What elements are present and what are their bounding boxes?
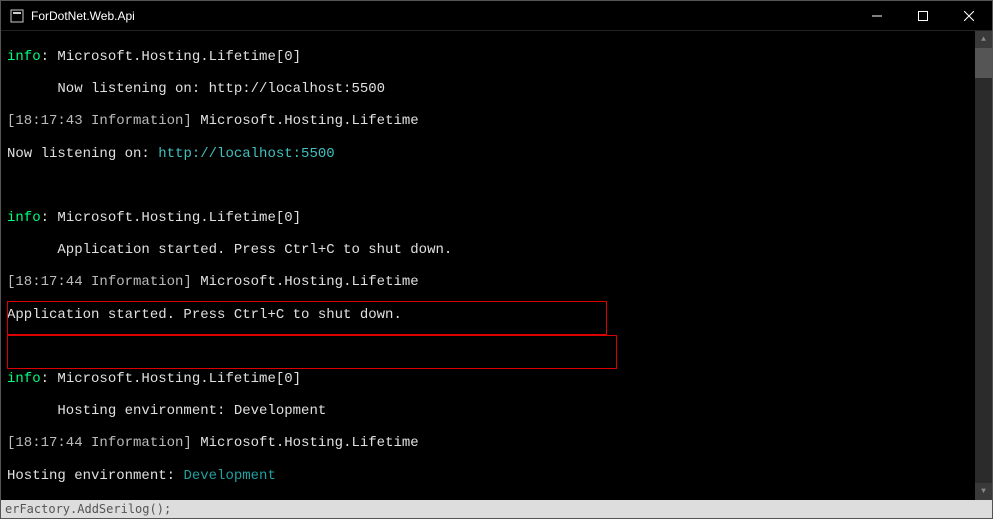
log-level-info: info [7, 371, 41, 387]
listen-url-link[interactable]: http://localhost:5500 [158, 146, 334, 162]
scroll-up-button[interactable]: ▲ [975, 31, 992, 48]
log-text: Hosting environment: Development [7, 403, 986, 419]
scroll-down-button[interactable]: ▼ [975, 483, 992, 500]
log-text: Hosting environment: [7, 468, 183, 484]
log-text: : Microsoft.Hosting.Lifetime[0] [41, 210, 301, 226]
log-text: Now listening on: [7, 146, 158, 162]
window-title: ForDotNet.Web.Api [31, 9, 854, 23]
scroll-thumb[interactable] [975, 48, 992, 78]
close-button[interactable] [946, 1, 992, 31]
log-timestamp: [18:17:44 Information] [7, 435, 192, 451]
log-source: Microsoft.Hosting.Lifetime [192, 113, 419, 129]
editor-snippet-strip: erFactory.AddSerilog(); [1, 500, 992, 518]
log-level-info: info [7, 210, 41, 226]
log-timestamp: [18:17:44 Information] [7, 274, 192, 290]
log-text: : Microsoft.Hosting.Lifetime[0] [41, 49, 301, 65]
console-window: ForDotNet.Web.Api info: Microsoft.Hostin… [0, 0, 993, 519]
maximize-button[interactable] [900, 1, 946, 31]
log-text: : Microsoft.Hosting.Lifetime[0] [41, 371, 301, 387]
window-controls [854, 1, 992, 30]
log-timestamp: [18:17:43 Information] [7, 113, 192, 129]
log-level-info: info [7, 49, 41, 65]
vertical-scrollbar[interactable]: ▲ ▼ [975, 31, 992, 500]
console-output[interactable]: info: Microsoft.Hosting.Lifetime[0] Now … [1, 31, 992, 500]
titlebar[interactable]: ForDotNet.Web.Api [1, 1, 992, 31]
log-text: Now listening on: http://localhost:5500 [7, 81, 986, 97]
editor-snippet-text: erFactory.AddSerilog(); [5, 502, 171, 516]
minimize-button[interactable] [854, 1, 900, 31]
app-icon [9, 8, 25, 24]
log-text: Application started. Press Ctrl+C to shu… [7, 307, 986, 323]
log-source: Microsoft.Hosting.Lifetime [192, 274, 419, 290]
console-body: info: Microsoft.Hosting.Lifetime[0] Now … [1, 31, 992, 500]
log-text: Application started. Press Ctrl+C to shu… [7, 242, 986, 258]
log-source: Microsoft.Hosting.Lifetime [192, 435, 419, 451]
environment-value: Development [183, 468, 275, 484]
